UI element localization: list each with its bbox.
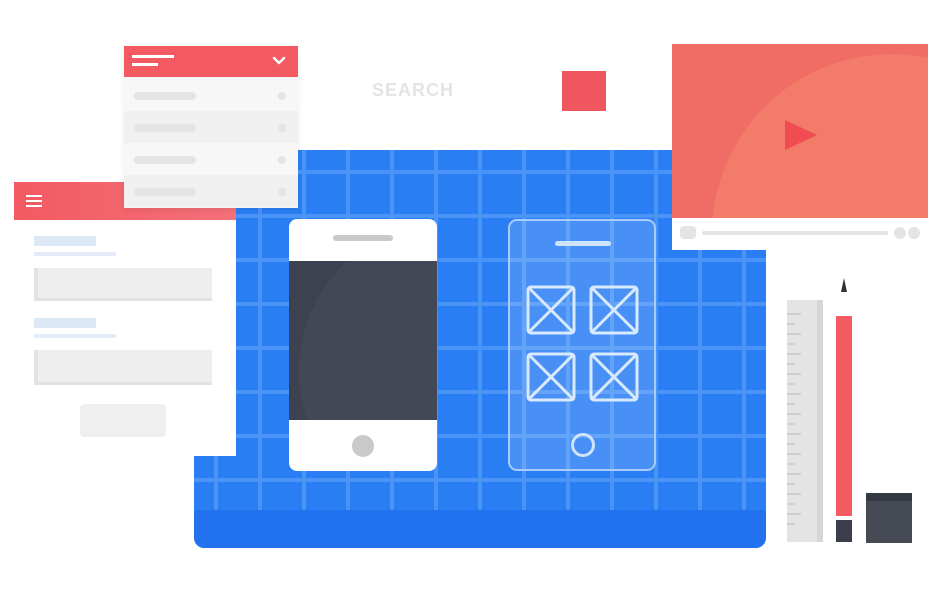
blueprint-base xyxy=(194,510,766,548)
image-grid xyxy=(526,285,639,402)
image-placeholder-icon xyxy=(526,352,576,402)
volume-icon[interactable] xyxy=(894,227,906,239)
play-control-icon[interactable] xyxy=(680,226,696,239)
dropdown-item[interactable] xyxy=(124,79,298,111)
pencil-tip xyxy=(836,278,852,316)
pencil-eraser xyxy=(836,520,852,542)
chevron-down-icon[interactable] xyxy=(272,56,286,66)
dropdown-item[interactable] xyxy=(124,143,298,175)
image-placeholder-icon xyxy=(589,285,639,335)
form-input-field[interactable] xyxy=(34,268,212,301)
progress-bar[interactable] xyxy=(702,231,888,235)
home-button-icon xyxy=(352,435,374,457)
ink-box-lid xyxy=(866,493,912,501)
home-button-icon xyxy=(571,433,595,457)
wireframe-phone xyxy=(508,219,656,471)
dropdown-item[interactable] xyxy=(124,111,298,143)
video-controls xyxy=(680,226,924,240)
phone-speaker xyxy=(555,241,611,246)
image-placeholder-icon xyxy=(589,352,639,402)
dropdown-title-line xyxy=(132,55,174,58)
dropdown-title-line xyxy=(132,63,158,66)
fullscreen-icon[interactable] xyxy=(908,227,920,239)
form-label-placeholder xyxy=(34,236,96,246)
pencil xyxy=(836,316,852,516)
hamburger-icon[interactable] xyxy=(26,195,42,207)
phone-screen xyxy=(289,261,437,420)
form-submit-button[interactable] xyxy=(80,404,166,437)
ruler-ticks xyxy=(787,300,823,542)
form-sublabel-placeholder xyxy=(34,334,116,338)
video-screen[interactable] xyxy=(672,44,928,218)
play-icon[interactable] xyxy=(783,118,819,152)
image-placeholder-icon xyxy=(526,285,576,335)
dropdown-header[interactable] xyxy=(124,46,298,77)
dropdown-item[interactable] xyxy=(124,175,298,207)
ruler xyxy=(787,300,823,542)
search-button[interactable] xyxy=(562,71,606,111)
form-sublabel-placeholder xyxy=(34,252,116,256)
form-input-field[interactable] xyxy=(34,350,212,385)
phone-speaker xyxy=(333,235,393,241)
search-label[interactable]: SEARCH xyxy=(372,80,454,101)
form-label-placeholder xyxy=(34,318,96,328)
